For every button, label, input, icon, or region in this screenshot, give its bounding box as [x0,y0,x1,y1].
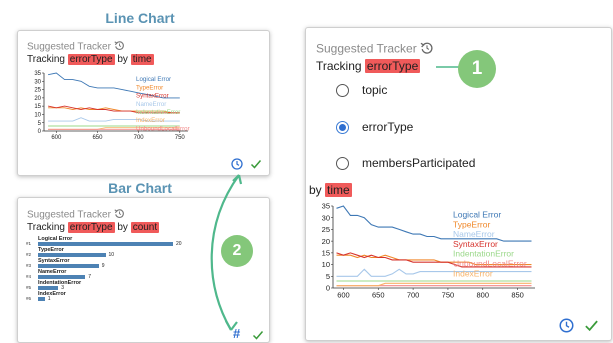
y-tick-label: 0 [38,129,42,135]
clock-icon[interactable] [559,318,574,338]
line-chart-card[interactable]: Suggested Tracker Tracking errorType by … [17,30,270,176]
option-membersparticipated[interactable]: membersParticipated [336,156,475,170]
bar-rank-label: #2 [26,252,32,257]
legend-entry: Logical Error [453,210,501,220]
x-tick-label: 700 [407,291,420,300]
legend-entry: Logical Error [136,76,171,83]
y-tick-label: 30 [34,79,41,85]
y-tick-label: 25 [34,88,41,94]
bar-rank-label: #3 [26,263,32,268]
x-tick-label: 850 [511,291,524,300]
x-tick-label: 800 [477,291,490,300]
y-tick-label: 15 [34,104,41,110]
y-tick-label: 5 [38,121,42,127]
history-icon[interactable] [420,41,434,58]
bar-rank-label: #4 [26,274,32,279]
field-chip[interactable]: errorType [364,59,421,73]
bar-value-label: 7 [88,274,92,280]
bar-value-label: 9 [101,263,105,269]
bar-chart-heading: Bar Chart [108,180,172,196]
measure-chip[interactable]: time [130,54,154,65]
y-tick-label: 20 [34,96,41,102]
line-chart-heading: Line Chart [105,10,175,26]
x-tick-label: 750 [442,291,455,300]
field-chip[interactable]: errorType [67,222,115,233]
y-tick-label: 10 [322,260,330,269]
y-tick-label: 25 [322,225,330,234]
x-tick-label: 600 [51,135,62,141]
bar-value-label: 20 [176,241,182,247]
y-tick-label: 30 [322,213,330,222]
check-icon[interactable] [584,318,599,338]
legend-entry: IndexError [453,268,493,278]
bar[interactable] [38,275,86,279]
bar[interactable] [38,253,106,257]
tracking-sentence: Tracking errorType [316,59,421,73]
x-tick-label: 700 [134,135,145,141]
legend-entry: NameError [136,101,166,108]
legend-entry: UnboundLocalError [136,125,190,132]
option-errortype[interactable]: errorType [336,120,413,134]
bar-rank-label: #1 [26,241,32,246]
bar[interactable] [38,264,99,268]
history-icon[interactable] [114,40,125,54]
legend-entry: IndentationError [453,249,514,259]
measure-chip[interactable]: time [325,183,352,197]
x-tick-label: 650 [92,135,103,141]
y-tick-label: 15 [322,248,330,257]
legend-entry: TypeError [136,84,163,91]
y-tick-label: 10 [34,113,41,119]
x-tick-label: 650 [372,291,385,300]
by-measure-sentence: by time [309,183,352,197]
history-icon[interactable] [114,208,125,222]
y-tick-label: 5 [326,272,330,281]
legend-entry: SyntaxError [453,239,498,249]
bar-value-label: 10 [108,252,115,258]
radio-membersparticipated[interactable] [336,156,349,170]
measure-chip[interactable]: count [130,222,160,233]
bar[interactable] [38,242,173,246]
big-line-legend: Logical ErrorTypeErrorNameErrorSyntaxErr… [453,210,527,279]
legend-entry: IndentationError [136,109,180,116]
y-tick-label: 35 [34,71,41,77]
legend-entry: SyntaxError [136,93,169,100]
bar[interactable] [38,297,45,301]
suggested-tracker-label: Suggested Tracker [27,208,125,222]
x-tick-label: 600 [337,291,350,300]
small-line-legend: Logical ErrorTypeError SyntaxErrorNameErr… [136,76,190,132]
bar[interactable] [38,286,59,290]
radio-topic[interactable] [336,83,349,97]
y-tick-label: 20 [322,237,330,246]
legend-entry: TypeError [453,219,490,229]
bar-rank-label: #5 [26,285,32,290]
suggested-tracker-label: Suggested Tracker [316,41,434,58]
legend-entry: UnboundLocalError [453,259,527,269]
field-chip[interactable]: errorType [67,54,115,65]
x-tick-label: 750 [175,135,186,141]
y-tick-label: 35 [322,202,330,211]
bar-rank-label: #6 [26,296,32,301]
legend-entry: NameError [453,229,495,239]
bar-value-label: 1 [47,296,51,302]
tracking-sentence: Tracking errorType by count [27,222,160,233]
tracking-sentence: Tracking errorType by time [27,54,154,65]
y-tick-label: 0 [326,284,330,293]
option-topic[interactable]: topic [336,83,387,97]
step-badge-1: 1 [458,50,496,88]
suggested-tracker-label: Suggested Tracker [27,40,125,54]
radio-errortype[interactable] [336,120,349,134]
legend-entry: IndexError [136,117,165,124]
step-badge-2: 2 [221,235,253,267]
